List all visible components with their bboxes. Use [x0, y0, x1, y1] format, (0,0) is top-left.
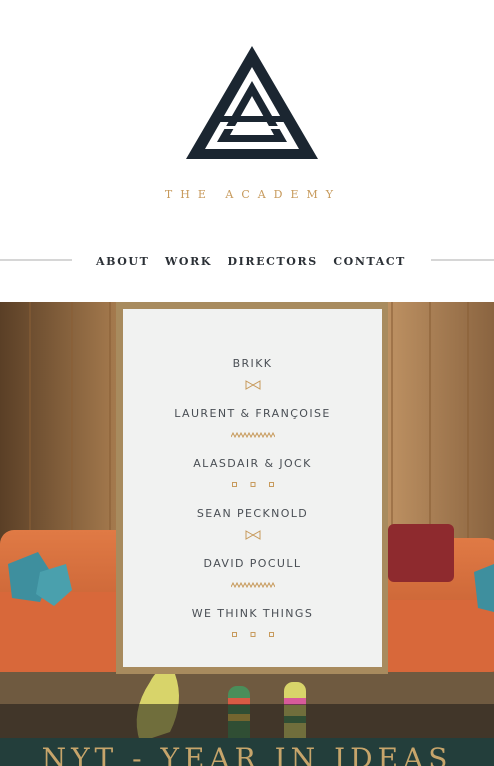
zigzag-icon — [230, 431, 275, 439]
bowtie-icon — [245, 530, 260, 540]
menu-item-sean-pecknold[interactable]: SEAN PECKNOLD — [123, 507, 382, 557]
triangle-a-logo-icon[interactable] — [186, 46, 318, 160]
main-nav: ABOUT WORK DIRECTORS CONTACT — [96, 253, 406, 269]
site-header: THE ACADEMY ABOUT WORK DIRECTORS CONTACT — [0, 0, 494, 302]
nav-work[interactable]: WORK — [165, 255, 212, 268]
menu-item-label[interactable]: ALASDAIR & JOCK — [123, 457, 382, 471]
nav-about[interactable]: ABOUT — [96, 255, 149, 268]
directors-list: BRIKK LAURENT & FRANÇOISE ALASDAIR & JOC… — [123, 357, 382, 657]
nav-directors[interactable]: DIRECTORS — [228, 255, 318, 268]
menu-item-david-pocull[interactable]: DAVID POCULL — [123, 557, 382, 607]
three-squares-icon — [231, 632, 274, 637]
hero-title[interactable]: NYT - YEAR IN IDEAS — [0, 742, 494, 766]
menu-item-label[interactable]: BRIKK — [123, 357, 382, 371]
menu-item-alasdair-jock[interactable]: ALASDAIR & JOCK — [123, 457, 382, 507]
bowtie-icon — [245, 380, 260, 390]
menu-item-we-think-things[interactable]: WE THINK THINGS — [123, 607, 382, 657]
menu-item-label[interactable]: DAVID POCULL — [123, 557, 382, 571]
nav-divider-right — [431, 259, 494, 261]
menu-item-label[interactable]: LAURENT & FRANÇOISE — [123, 407, 382, 421]
menu-item-label[interactable]: WE THINK THINGS — [123, 607, 382, 621]
nav-contact[interactable]: CONTACT — [333, 255, 406, 268]
three-squares-icon — [231, 482, 274, 487]
menu-item-brikk[interactable]: BRIKK — [123, 357, 382, 407]
menu-item-label[interactable]: SEAN PECKNOLD — [123, 507, 382, 521]
menu-item-laurent-francoise[interactable]: LAURENT & FRANÇOISE — [123, 407, 382, 457]
directors-menu: BRIKK LAURENT & FRANÇOISE ALASDAIR & JOC… — [123, 309, 382, 667]
zigzag-icon — [230, 581, 275, 589]
nav-divider-left — [0, 259, 72, 261]
brand-name: THE ACADEMY — [164, 188, 342, 201]
